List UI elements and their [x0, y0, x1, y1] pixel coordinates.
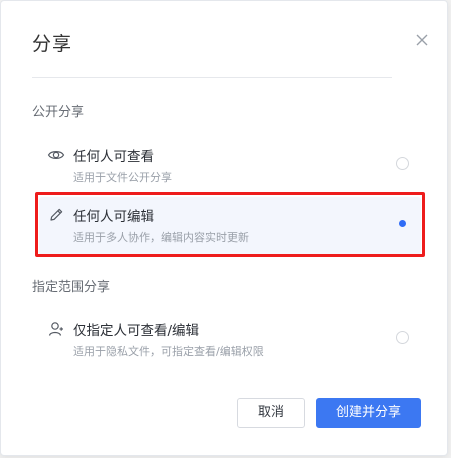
- option-description: 适用于文件公开分享: [73, 171, 172, 184]
- option-title: 仅指定人可查看/编辑: [73, 323, 200, 339]
- radio-anyone-view[interactable]: [396, 157, 409, 170]
- cancel-button[interactable]: 取消: [237, 398, 305, 428]
- pencil-icon: [50, 208, 63, 221]
- option-anyone-view[interactable]: 任何人可查看 适用于文件公开分享: [39, 137, 421, 195]
- close-icon[interactable]: [413, 31, 431, 49]
- radio-specified-people[interactable]: [396, 331, 409, 344]
- option-specified-people[interactable]: 仅指定人可查看/编辑 适用于隐私文件，可指定查看/编辑权限: [39, 311, 421, 369]
- dialog-title: 分享: [32, 33, 73, 55]
- section-label-public: 公开分享: [32, 105, 85, 120]
- option-description: 适用于多人协作，编辑内容实时更新: [73, 231, 249, 244]
- option-anyone-edit[interactable]: 任何人可编辑 适用于多人协作，编辑内容实时更新: [39, 197, 421, 255]
- section-label-scoped: 指定范围分享: [32, 280, 111, 295]
- create-and-share-button[interactable]: 创建并分享: [316, 398, 421, 428]
- user-icon: [48, 322, 63, 336]
- share-dialog: 分享 公开分享 任何人可查看 适用于文件公开分享 任何人可编辑 适用于多人协作，…: [0, 0, 448, 456]
- option-title: 任何人可查看: [73, 149, 154, 165]
- option-title: 任何人可编辑: [73, 209, 154, 225]
- title-divider: [32, 77, 392, 78]
- radio-anyone-edit[interactable]: [396, 217, 409, 230]
- eye-icon: [47, 151, 65, 159]
- option-description: 适用于隐私文件，可指定查看/编辑权限: [73, 345, 264, 358]
